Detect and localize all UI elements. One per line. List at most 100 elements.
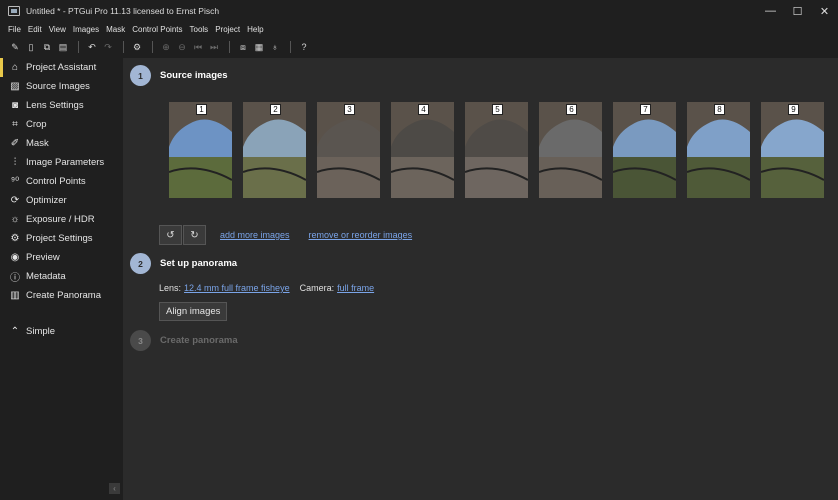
last-image-icon[interactable]: ⏭ <box>207 40 221 54</box>
sidebar-item-label: Optimizer <box>26 195 67 206</box>
undo-icon[interactable]: ↶ <box>85 40 99 54</box>
simple-mode-button[interactable]: ⌃ Simple <box>0 322 123 341</box>
toolbar-divider <box>290 41 291 53</box>
sidebar-item-image-parameters[interactable]: ⫶ Image Parameters <box>0 153 123 172</box>
home-icon: ⌂ <box>11 62 19 73</box>
zoom-in-icon[interactable]: ⊕ <box>159 40 173 54</box>
maximize-icon[interactable]: ☐ <box>784 0 811 22</box>
add-more-images-link[interactable]: add more images <box>220 230 290 240</box>
sidebar-item-label: Exposure / HDR <box>26 214 95 225</box>
thumbnail-number: 9 <box>788 104 799 115</box>
step-create-panorama: 3 Create panorama <box>130 330 238 351</box>
thumbnail-image <box>391 102 454 198</box>
menu-control-points[interactable]: Control Points <box>132 25 182 34</box>
sidebar-item-project-assistant[interactable]: ⌂ Project Assistant <box>0 58 123 77</box>
thumbnail-image <box>687 102 750 198</box>
sidebar-item-optimizer[interactable]: ⟳ Optimizer <box>0 191 123 210</box>
sidebar-item-label: Mask <box>26 138 49 149</box>
thumbnail-number: 4 <box>418 104 429 115</box>
sidebar-item-label: Lens Settings <box>26 100 84 111</box>
sidebar-item-label: Crop <box>26 119 47 130</box>
redo-icon[interactable]: ↷ <box>101 40 115 54</box>
sidebar-item-preview[interactable]: ◉ Preview <box>0 248 123 267</box>
open-project-icon[interactable]: ▯ <box>24 40 38 54</box>
lightbulb-icon[interactable]: ♁ <box>268 40 282 54</box>
thumbnail-image <box>169 102 232 198</box>
source-image-thumbnail[interactable]: 7 <box>613 102 676 198</box>
menu-view[interactable]: View <box>49 25 66 34</box>
thumbnail-strip: 1 2 3 4 5 6 7 8 9 <box>169 102 835 198</box>
title-bar: Untitled * - PTGui Pro 11.13 licensed to… <box>0 0 838 22</box>
thumbnail-image <box>317 102 380 198</box>
sidebar-item-label: Project Settings <box>26 233 93 244</box>
collapse-sidebar-icon[interactable]: ‹ <box>109 483 120 494</box>
menu-help[interactable]: Help <box>247 25 263 34</box>
sidebar-item-exposure-hdr[interactable]: ☼ Exposure / HDR <box>0 210 123 229</box>
panorama-editor-icon[interactable]: ⧈ <box>236 40 250 54</box>
source-actions: ↺ ↻ add more images remove or reorder im… <box>159 225 418 245</box>
help-icon[interactable]: ? <box>297 40 311 54</box>
table-icon[interactable]: ▦ <box>252 40 266 54</box>
thumbnail-number: 3 <box>344 104 355 115</box>
step-source-images: 1 Source images <box>130 65 228 86</box>
panorama-icon: ▥ <box>10 290 20 301</box>
sidebar-item-mask[interactable]: ✐ Mask <box>0 134 123 153</box>
rotate-right-button[interactable]: ↻ <box>183 225 206 245</box>
align-images-button[interactable]: Align images <box>159 302 228 321</box>
zoom-out-icon[interactable]: ⊖ <box>175 40 189 54</box>
settings-icon[interactable]: ⚙ <box>130 40 144 54</box>
new-project-icon[interactable]: ✎ <box>8 40 22 54</box>
simple-mode-label: Simple <box>26 326 56 337</box>
lens-label: Lens: <box>159 283 182 293</box>
eye-icon: ◉ <box>10 252 20 263</box>
source-image-thumbnail[interactable]: 1 <box>169 102 232 198</box>
sidebar-item-lens-settings[interactable]: ◙ Lens Settings <box>0 96 123 115</box>
window-title: Untitled * - PTGui Pro 11.13 licensed to… <box>26 6 220 16</box>
step-number: 1 <box>130 65 151 86</box>
toolbar: ✎ ▯ ⧉ ▤ ↶ ↷ ⚙ ⊕ ⊖ ⏮ ⏭ ⧈ ▦ ♁ ? <box>0 36 838 58</box>
pen-icon: ✐ <box>10 138 20 149</box>
menu-tools[interactable]: Tools <box>190 25 209 34</box>
sidebar-item-label: Create Panorama <box>26 290 101 301</box>
toolbar-divider <box>152 41 153 53</box>
step-title: Set up panorama <box>160 258 238 269</box>
sliders-icon: ⫶ <box>13 157 17 168</box>
minimize-icon[interactable]: — <box>757 0 784 22</box>
source-image-thumbnail[interactable]: 3 <box>317 102 380 198</box>
menu-images[interactable]: Images <box>73 25 99 34</box>
source-image-thumbnail[interactable]: 8 <box>687 102 750 198</box>
copy-icon[interactable]: ⧉ <box>40 40 54 54</box>
remove-reorder-images-link[interactable]: remove or reorder images <box>309 230 413 240</box>
sidebar-item-control-points[interactable]: ⁹⁰ Control Points <box>0 172 123 191</box>
sidebar-item-metadata[interactable]: ⓘ Metadata <box>0 267 123 286</box>
source-image-thumbnail[interactable]: 6 <box>539 102 602 198</box>
sidebar: ⌂ Project Assistant ▨ Source Images ◙ Le… <box>0 58 123 500</box>
sidebar-item-crop[interactable]: ⌗ Crop <box>0 115 123 134</box>
source-image-thumbnail[interactable]: 5 <box>465 102 528 198</box>
rotate-left-icon: ↺ <box>166 229 175 241</box>
menu-edit[interactable]: Edit <box>28 25 42 34</box>
menu-project[interactable]: Project <box>215 25 240 34</box>
lens-value-link[interactable]: 12.4 mm full frame fisheye <box>184 283 290 293</box>
sun-icon: ☼ <box>10 214 20 225</box>
close-icon[interactable]: ✕ <box>811 0 838 22</box>
save-icon[interactable]: ▤ <box>56 40 70 54</box>
sidebar-item-source-images[interactable]: ▨ Source Images <box>0 77 123 96</box>
first-image-icon[interactable]: ⏮ <box>191 40 205 54</box>
source-image-thumbnail[interactable]: 9 <box>761 102 824 198</box>
step-number: 2 <box>130 253 151 274</box>
sidebar-item-label: Project Assistant <box>26 62 97 73</box>
camera-value-link[interactable]: full frame <box>337 283 374 293</box>
rotate-left-button[interactable]: ↺ <box>159 225 182 245</box>
step-number: 3 <box>130 330 151 351</box>
sidebar-item-project-settings[interactable]: ⚙ Project Settings <box>0 229 123 248</box>
sidebar-item-create-panorama[interactable]: ▥ Create Panorama <box>0 286 123 305</box>
optimizer-icon: ⟳ <box>10 195 20 206</box>
step-set-up-panorama: 2 Set up panorama <box>130 253 237 274</box>
crop-icon: ⌗ <box>12 119 18 130</box>
sidebar-item-label: Control Points <box>26 176 86 187</box>
menu-file[interactable]: File <box>8 25 21 34</box>
menu-mask[interactable]: Mask <box>106 25 125 34</box>
source-image-thumbnail[interactable]: 2 <box>243 102 306 198</box>
source-image-thumbnail[interactable]: 4 <box>391 102 454 198</box>
